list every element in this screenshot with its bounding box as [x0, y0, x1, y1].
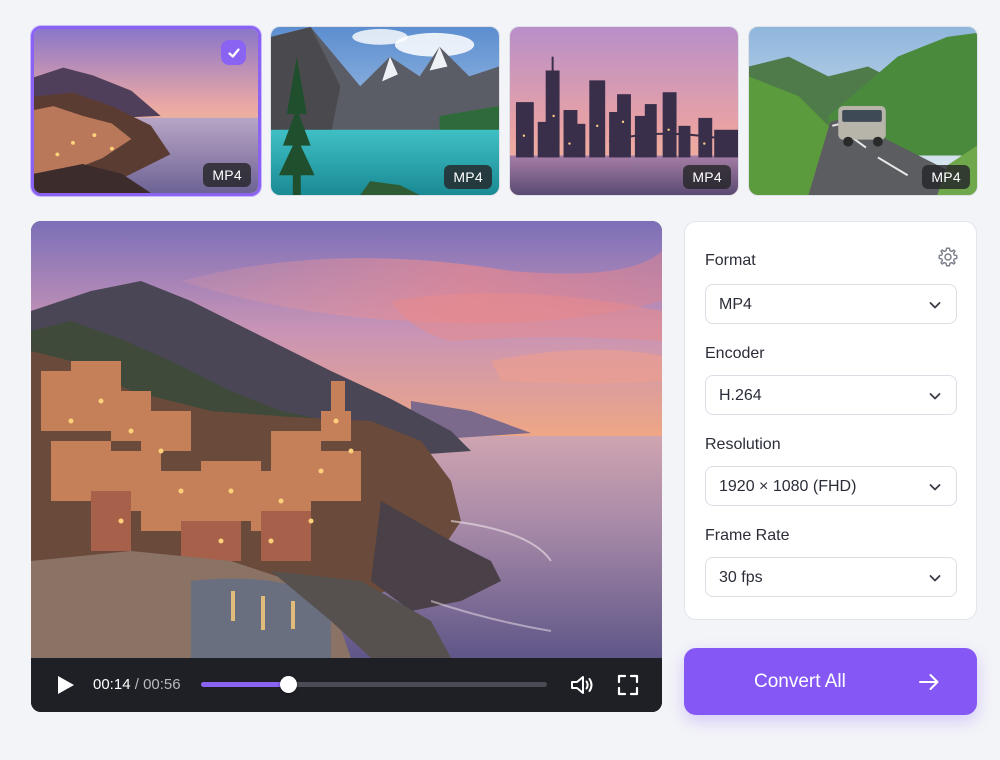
frame-rate-label: Frame Rate — [705, 527, 790, 544]
seek-progress — [201, 682, 288, 687]
resolution-label: Resolution — [705, 436, 781, 453]
selected-check-icon — [221, 40, 246, 65]
resolution-value: 1920 × 1080 (FHD) — [719, 478, 857, 495]
format-select[interactable]: MP4 — [705, 284, 957, 324]
duration: 00:56 — [143, 676, 181, 693]
thumbnail-strip: MP4 MP4 MP4 MP4 — [31, 26, 979, 196]
thumbnail-coastal-village[interactable]: MP4 — [31, 26, 261, 196]
convert-all-label: Convert All — [754, 671, 846, 692]
gear-icon[interactable] — [937, 246, 959, 268]
fullscreen-icon[interactable] — [616, 673, 640, 697]
chevron-down-icon — [929, 575, 941, 582]
format-badge: MP4 — [683, 165, 731, 189]
encoder-label: Encoder — [705, 345, 765, 362]
thumbnail-mountain-lake[interactable]: MP4 — [270, 26, 500, 196]
video-player[interactable]: 00:14 / 00:56 — [31, 221, 662, 712]
format-badge: MP4 — [203, 163, 251, 187]
chevron-down-icon — [929, 484, 941, 491]
chevron-down-icon — [929, 302, 941, 309]
resolution-select[interactable]: 1920 × 1080 (FHD) — [705, 466, 957, 506]
volume-icon[interactable] — [569, 672, 595, 698]
format-badge: MP4 — [922, 165, 970, 189]
seek-bar[interactable] — [201, 676, 547, 693]
format-value: MP4 — [719, 296, 752, 313]
frame-rate-select[interactable]: 30 fps — [705, 557, 957, 597]
thumbnail-valley-road[interactable]: MP4 — [748, 26, 978, 196]
frame-rate-value: 30 fps — [719, 569, 763, 586]
seek-handle[interactable] — [279, 676, 297, 693]
time-separator: / — [134, 676, 139, 693]
format-label: Format — [705, 252, 756, 269]
arrow-right-icon — [919, 674, 939, 690]
playback-time: 00:14 / 00:56 — [93, 676, 181, 693]
encoder-value: H.264 — [719, 387, 762, 404]
video-frame — [31, 221, 662, 658]
settings-panel: Format MP4 Encoder H.264 Resolution 1920… — [684, 221, 977, 620]
play-icon[interactable] — [53, 673, 77, 697]
chevron-down-icon — [929, 393, 941, 400]
convert-all-button[interactable]: Convert All — [684, 648, 977, 715]
current-time: 00:14 — [93, 676, 131, 693]
player-controls: 00:14 / 00:56 — [31, 658, 662, 712]
thumbnail-city-skyline[interactable]: MP4 — [509, 26, 739, 196]
format-badge: MP4 — [444, 165, 492, 189]
encoder-select[interactable]: H.264 — [705, 375, 957, 415]
